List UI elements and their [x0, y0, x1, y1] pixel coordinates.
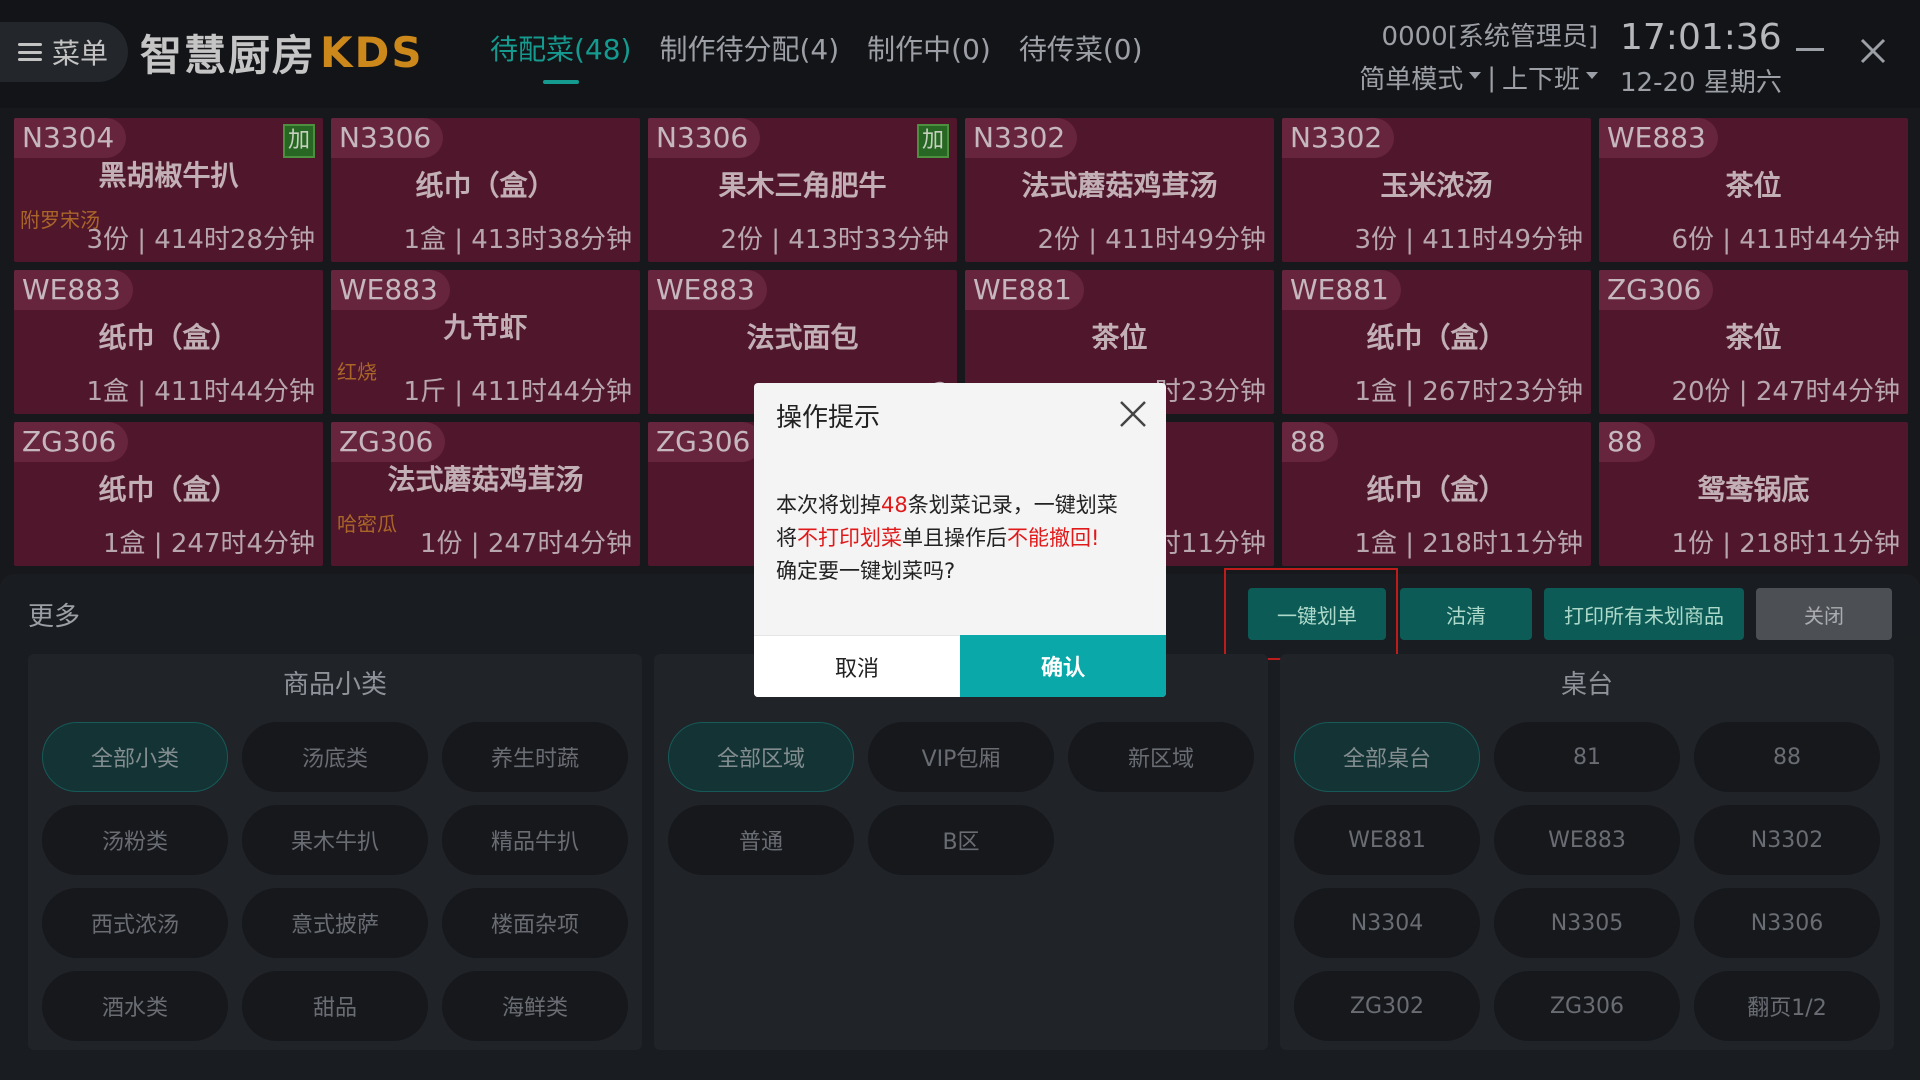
- dialog-title: 操作提示: [776, 403, 881, 433]
- dialog-count: 48: [881, 493, 908, 517]
- dialog-text: 条划菜记录，一键划菜: [907, 493, 1118, 517]
- dialog-question: 确定要一键划菜吗?: [776, 559, 956, 583]
- cancel-button[interactable]: 取消: [754, 635, 960, 697]
- dialog-text: 单且操作后: [902, 526, 1007, 550]
- dialog-warning: 不能撤回!: [1007, 526, 1100, 550]
- confirm-button[interactable]: 确认: [960, 635, 1166, 697]
- dialog-warning: 不打印划菜: [797, 526, 902, 550]
- dialog-text: 将: [776, 526, 797, 550]
- close-icon[interactable]: [1118, 399, 1148, 429]
- confirm-dialog: 操作提示 本次将划掉48条划菜记录，一键划菜 将不打印划菜单且操作后不能撤回! …: [754, 383, 1166, 697]
- dialog-text: 本次将划掉: [776, 493, 881, 517]
- dialog-message: 本次将划掉48条划菜记录，一键划菜 将不打印划菜单且操作后不能撤回! 确定要一键…: [776, 489, 1146, 588]
